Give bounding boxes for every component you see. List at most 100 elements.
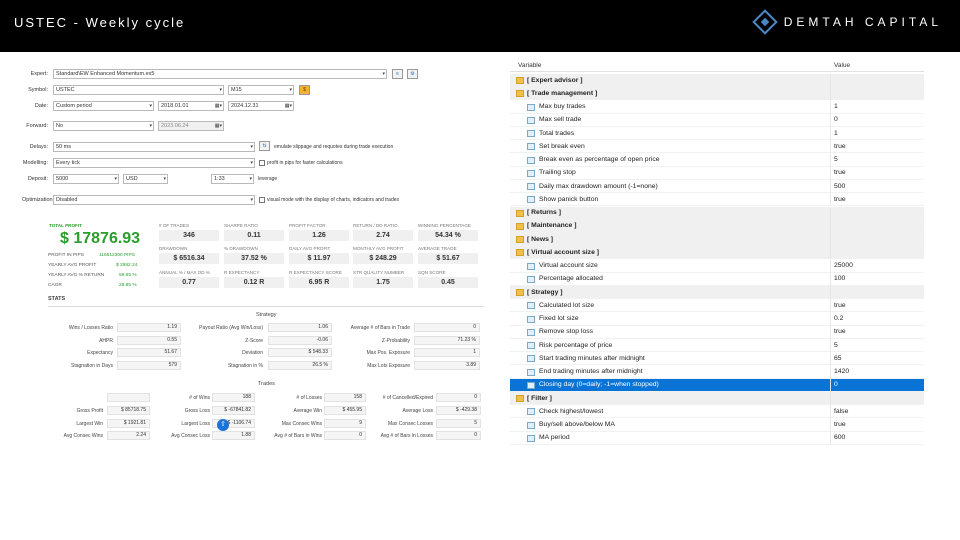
column-divider bbox=[830, 392, 831, 405]
chevron-down-icon: ▾ bbox=[250, 160, 253, 166]
column-divider bbox=[830, 113, 831, 127]
param-row[interactable]: Daily max drawdown amount (-1=none) 500 bbox=[510, 180, 924, 194]
forward-value: No bbox=[56, 123, 64, 129]
date-mode-value: Custom period bbox=[56, 103, 92, 109]
column-divider bbox=[830, 180, 831, 193]
param-name: [ Returns ] bbox=[527, 209, 561, 216]
param-value[interactable]: 100 bbox=[834, 275, 845, 282]
date-to-input[interactable]: 2024.12.31 ▦▾ bbox=[228, 101, 294, 111]
param-value[interactable]: true bbox=[834, 421, 846, 428]
param-row[interactable]: Max sell trade 0 bbox=[510, 113, 924, 127]
param-row[interactable]: Check highest/lowest false bbox=[510, 405, 924, 419]
strategy-stat-value: 0.55 bbox=[117, 336, 181, 345]
deposit-input[interactable]: 5000 ▾ bbox=[53, 174, 119, 184]
param-value[interactable]: 5 bbox=[834, 156, 838, 163]
param-value[interactable]: 1420 bbox=[834, 368, 849, 375]
param-row[interactable]: Percentage allocated 100 bbox=[510, 272, 924, 286]
cagr-label: CAGR bbox=[48, 283, 62, 288]
date-from-input[interactable]: 2018.01.01 ▦▾ bbox=[158, 101, 224, 111]
param-group-row[interactable]: [ Filter ] bbox=[510, 392, 924, 406]
param-row[interactable]: Remove stop loss true bbox=[510, 325, 924, 339]
param-value[interactable]: true bbox=[834, 143, 846, 150]
param-group-row[interactable]: [ Virtual account size ] bbox=[510, 246, 924, 260]
param-value[interactable]: 500 bbox=[834, 183, 845, 190]
trade-stat-value: $ 455.95 bbox=[324, 406, 366, 415]
param-row[interactable]: Start trading minutes after midnight 65 bbox=[510, 352, 924, 366]
currency-select[interactable]: USD ▾ bbox=[123, 174, 168, 184]
param-value[interactable]: 600 bbox=[834, 434, 845, 441]
param-value[interactable]: true bbox=[834, 169, 846, 176]
trade-stat-label: # of Losses bbox=[296, 395, 322, 401]
profit-pips-checkbox[interactable] bbox=[259, 160, 265, 166]
delays-note: emulate slippage and requotes during tra… bbox=[274, 144, 394, 150]
param-value[interactable]: 1 bbox=[834, 103, 838, 110]
column-divider bbox=[830, 87, 831, 101]
param-row[interactable]: Fixed lot size 0.2 bbox=[510, 312, 924, 326]
inputs-table-header: Variable Value bbox=[510, 58, 924, 72]
symbol-properties-icon[interactable]: $ bbox=[299, 85, 310, 95]
param-row[interactable]: Virtual account size 25000 bbox=[510, 259, 924, 273]
settings-gear-icon[interactable]: ⚙ bbox=[407, 69, 418, 79]
kpi-label: # OF TRADES bbox=[159, 223, 190, 228]
leverage-select[interactable]: 1:33 ▾ bbox=[211, 174, 254, 184]
param-row[interactable]: MA period 600 bbox=[510, 431, 924, 445]
param-row[interactable]: Break even as percentage of open price 5 bbox=[510, 153, 924, 167]
param-value[interactable]: 1 bbox=[834, 130, 838, 137]
optimization-select[interactable]: Disabled ▾ bbox=[53, 195, 255, 205]
date-mode-select[interactable]: Custom period ▾ bbox=[53, 101, 154, 111]
param-row[interactable]: Trailing stop true bbox=[510, 166, 924, 180]
param-row[interactable]: Set break even true bbox=[510, 140, 924, 154]
expert-select[interactable]: Standard\EW Enhanced Momentum.ex5 ▾ bbox=[53, 69, 387, 79]
param-name: Check highest/lowest bbox=[539, 407, 604, 415]
brand-logo: DEMTAH CAPITAL bbox=[752, 9, 942, 35]
forward-select[interactable]: No ▾ bbox=[53, 121, 154, 131]
timeframe-select[interactable]: M15 ▾ bbox=[228, 85, 294, 95]
param-value[interactable]: 0 bbox=[834, 116, 838, 123]
modelling-label: Modelling: bbox=[22, 160, 48, 166]
variable-column-header[interactable]: Variable bbox=[518, 62, 541, 69]
param-group-row[interactable]: [ Returns ] bbox=[510, 206, 924, 220]
param-value[interactable]: 65 bbox=[834, 355, 842, 362]
param-value[interactable]: true bbox=[834, 302, 846, 309]
column-divider bbox=[830, 193, 831, 207]
scroll-up-icon[interactable]: ⇧ bbox=[217, 419, 229, 431]
param-group-row[interactable]: [ News ] bbox=[510, 233, 924, 247]
forward-date-input[interactable]: 2023.06.24 ▦▾ bbox=[158, 121, 224, 131]
param-row[interactable]: Total trades 1 bbox=[510, 127, 924, 141]
kpi-label: DRAWDOWN bbox=[159, 246, 188, 251]
param-row[interactable]: End trading minutes after midnight 1420 bbox=[510, 365, 924, 379]
column-divider bbox=[830, 272, 831, 286]
param-name: Closing day (0=daily; -1=when stopped) bbox=[539, 381, 659, 389]
param-row[interactable]: Calculated lot size true bbox=[510, 299, 924, 313]
delay-settings-icon[interactable]: ⇅ bbox=[259, 141, 270, 151]
param-row[interactable]: Closing day (0=daily; -1=when stopped) 0 bbox=[510, 378, 924, 392]
param-value[interactable]: true bbox=[834, 328, 846, 335]
param-group-row[interactable]: [ Expert advisor ] bbox=[510, 74, 924, 88]
chevron-down-icon: ▾ bbox=[114, 176, 117, 182]
param-group-row[interactable]: [ Strategy ] bbox=[510, 286, 924, 300]
param-group-row[interactable]: [ Trade management ] bbox=[510, 87, 924, 101]
param-value[interactable]: false bbox=[834, 408, 848, 415]
symbol-select[interactable]: USTEC ▾ bbox=[53, 85, 224, 95]
edit-expert-icon[interactable]: ≡ bbox=[392, 69, 403, 79]
param-row[interactable]: Show panick button true bbox=[510, 193, 924, 207]
column-divider bbox=[830, 233, 831, 246]
strategy-stat-value: $ 548.33 bbox=[268, 348, 332, 357]
value-column-header[interactable]: Value bbox=[834, 62, 850, 69]
modelling-select[interactable]: Every tick ▾ bbox=[53, 158, 255, 168]
param-row[interactable]: Risk percentage of price 5 bbox=[510, 339, 924, 353]
parameter-icon bbox=[527, 130, 535, 137]
delays-select[interactable]: 50 ms ▾ bbox=[53, 142, 255, 152]
param-name: [ News ] bbox=[527, 235, 554, 243]
param-name: Max buy trades bbox=[539, 103, 586, 110]
visual-mode-checkbox[interactable] bbox=[259, 197, 265, 203]
param-row[interactable]: Buy/sell above/below MA true bbox=[510, 418, 924, 432]
param-value[interactable]: 0.2 bbox=[834, 315, 843, 322]
param-value[interactable]: 5 bbox=[834, 342, 838, 349]
param-value[interactable]: 0 bbox=[834, 381, 838, 388]
param-row[interactable]: Max buy trades 1 bbox=[510, 100, 924, 114]
param-value[interactable]: true bbox=[834, 196, 846, 203]
title-bar: USTEC - Weekly cycle DEMTAH CAPITAL bbox=[0, 0, 960, 52]
param-value[interactable]: 25000 bbox=[834, 262, 853, 269]
param-group-row[interactable]: [ Maintenance ] bbox=[510, 219, 924, 233]
